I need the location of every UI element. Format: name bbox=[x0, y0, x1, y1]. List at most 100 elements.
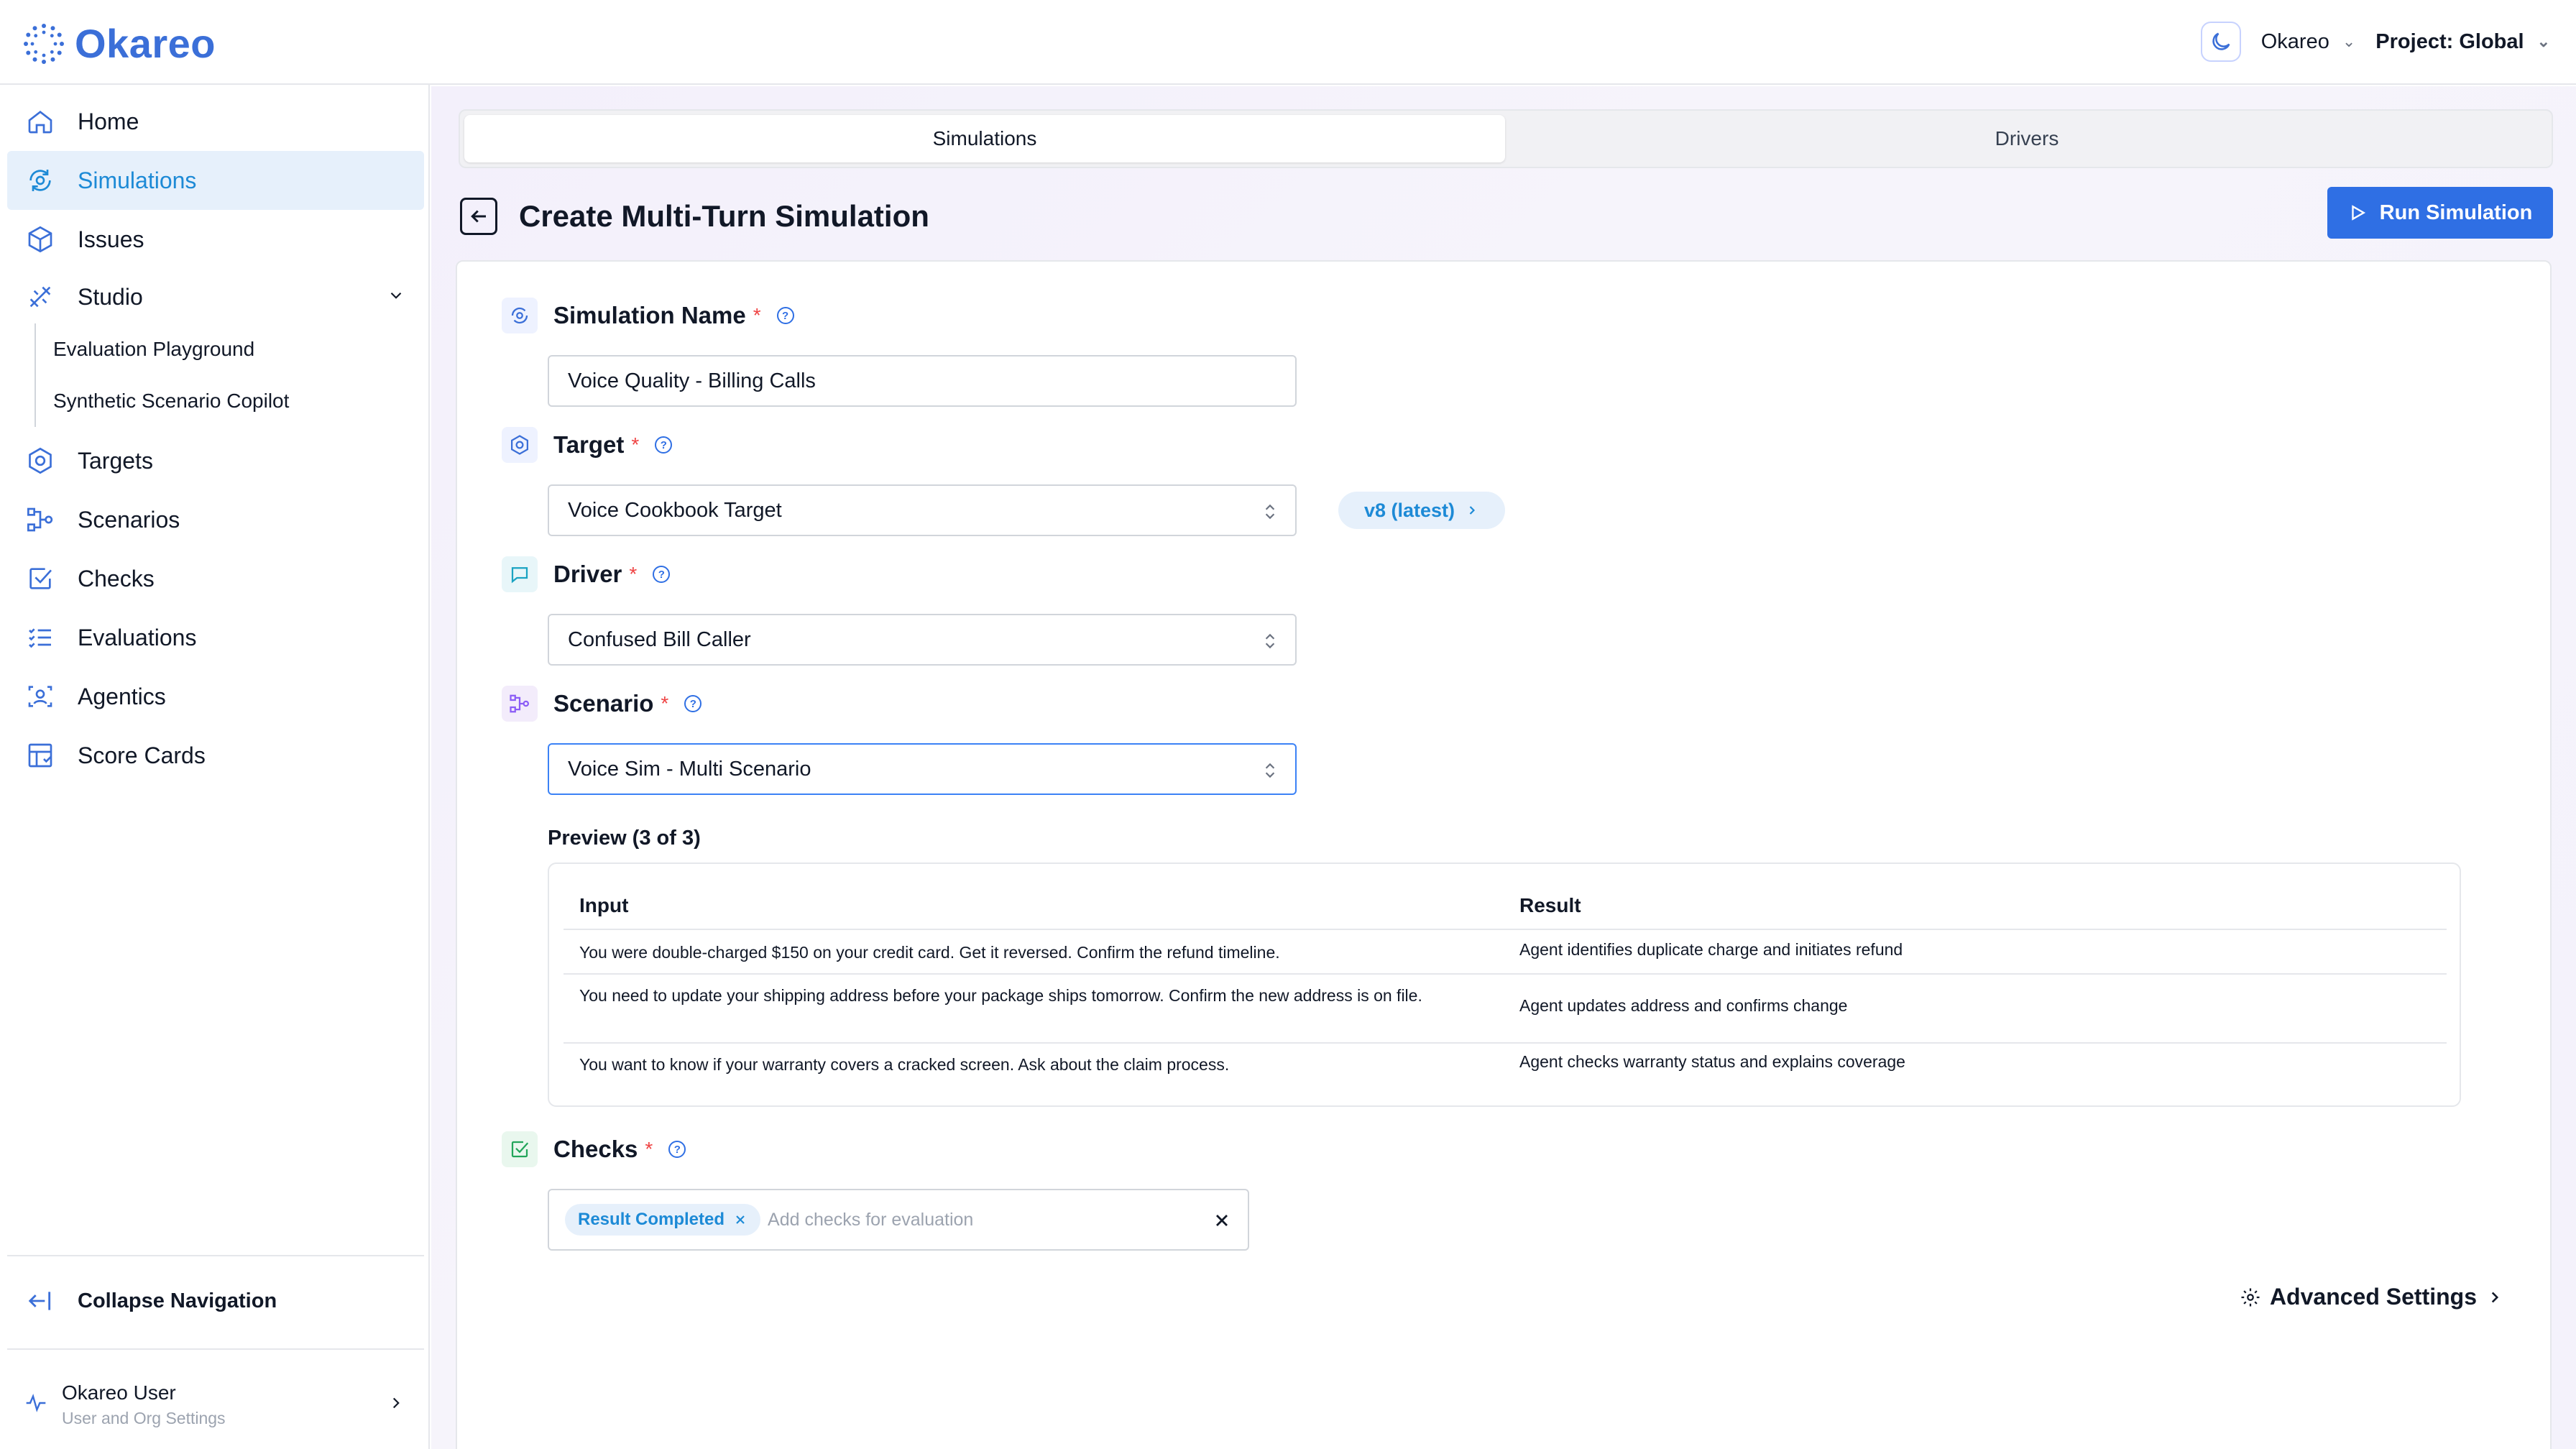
preview-table: Input Result You were double-charged $15… bbox=[548, 862, 2461, 1107]
header-controls: Okareo ⌄ Project: Global ⌄ bbox=[2200, 22, 2550, 62]
select-arrows-icon bbox=[1261, 759, 1279, 788]
driver-select[interactable]: Confused Bill Caller bbox=[548, 614, 1297, 666]
sidebar-item-home[interactable]: Home bbox=[7, 92, 424, 151]
required-asterisk: * bbox=[631, 433, 640, 456]
sidebar: Home Simulations Issues Studio Evaluatio… bbox=[0, 85, 430, 1449]
table-cell-input: You want to know if your warranty covers… bbox=[579, 1055, 1230, 1074]
sidebar-item-label: Home bbox=[78, 108, 139, 134]
tools-icon bbox=[24, 281, 56, 313]
checks-multiselect[interactable]: Result Completed Add checks for evaluati… bbox=[548, 1189, 1249, 1251]
sidebar-item-agentics[interactable]: Agentics bbox=[7, 667, 424, 726]
help-icon[interactable]: ? bbox=[776, 307, 794, 324]
chevron-down-icon: ⌄ bbox=[2536, 32, 2550, 50]
sidebar-item-studio[interactable]: Studio bbox=[7, 267, 424, 326]
sidebar-item-label: Agentics bbox=[78, 683, 166, 709]
help-icon[interactable]: ? bbox=[655, 436, 673, 454]
table-row: You want to know if your warranty covers… bbox=[564, 1042, 2447, 1088]
simulation-name-label: Simulation Name * ? bbox=[502, 298, 794, 334]
column-header-result: Result bbox=[1519, 894, 1581, 916]
studio-submenu: Evaluation Playground Synthetic Scenario… bbox=[34, 323, 415, 427]
check-chip: Result Completed bbox=[565, 1204, 761, 1236]
sidebar-item-label: Score Cards bbox=[78, 742, 206, 768]
preview-heading: Preview (3 of 3) bbox=[548, 827, 701, 850]
checks-label: Checks * ? bbox=[502, 1131, 686, 1167]
top-bar: Okareo Okareo ⌄ Project: Global ⌄ bbox=[0, 0, 2576, 85]
simulation-icon bbox=[24, 165, 56, 196]
collapse-navigation-button[interactable]: Collapse Navigation bbox=[7, 1272, 424, 1330]
back-button[interactable] bbox=[460, 198, 497, 235]
help-icon[interactable]: ? bbox=[684, 695, 702, 712]
table-cell-input: You need to update your shipping address… bbox=[579, 986, 1422, 1005]
sidebar-subitem-evaluation-playground[interactable]: Evaluation Playground bbox=[36, 323, 415, 375]
main-content: Simulations Drivers Create Multi-Turn Si… bbox=[431, 86, 2576, 1449]
help-icon[interactable]: ? bbox=[653, 566, 671, 583]
list-check-icon bbox=[24, 622, 56, 653]
sidebar-subitem-synthetic-scenario-copilot[interactable]: Synthetic Scenario Copilot bbox=[36, 375, 415, 427]
target-select[interactable]: Voice Cookbook Target bbox=[548, 484, 1297, 536]
chevron-right-icon bbox=[2491, 1292, 2499, 1302]
sidebar-item-targets[interactable]: Targets bbox=[7, 431, 424, 490]
run-simulation-button[interactable]: Run Simulation bbox=[2327, 187, 2553, 239]
tab-bar: Simulations Drivers bbox=[459, 109, 2553, 168]
sidebar-divider bbox=[7, 1348, 424, 1350]
table-cell-result: Agent identifies duplicate charge and in… bbox=[1519, 940, 1903, 959]
user-name: Okareo User bbox=[62, 1381, 176, 1404]
page-title: Create Multi-Turn Simulation bbox=[519, 199, 929, 233]
sidebar-item-label: Issues bbox=[78, 226, 144, 252]
logo-text: Okareo bbox=[75, 21, 216, 66]
sidebar-item-evaluations[interactable]: Evaluations bbox=[7, 608, 424, 667]
theme-toggle-button[interactable] bbox=[2200, 22, 2241, 62]
sidebar-item-issues[interactable]: Issues bbox=[7, 210, 424, 269]
table-row: You need to update your shipping address… bbox=[564, 973, 2447, 1042]
driver-label: Driver * ? bbox=[502, 556, 671, 592]
tab-simulations[interactable]: Simulations bbox=[464, 115, 1505, 162]
sidebar-item-label: Simulations bbox=[78, 167, 197, 193]
scenario-select[interactable]: Voice Sim - Multi Scenario bbox=[548, 743, 1297, 795]
moon-icon bbox=[2212, 32, 2230, 50]
sidebar-item-checks[interactable]: Checks bbox=[7, 549, 424, 608]
target-version-badge[interactable]: v8 (latest) bbox=[1338, 492, 1505, 529]
activity-icon bbox=[24, 1392, 47, 1418]
user-settings[interactable]: Okareo User User and Org Settings bbox=[7, 1368, 424, 1440]
agent-scan-icon bbox=[24, 681, 56, 712]
org-selector[interactable]: Okareo ⌄ bbox=[2261, 30, 2356, 54]
checks-placeholder[interactable]: Add checks for evaluation bbox=[768, 1210, 973, 1230]
simulation-name-input[interactable]: Voice Quality - Billing Calls bbox=[548, 355, 1297, 407]
sidebar-item-scenarios[interactable]: Scenarios bbox=[7, 490, 424, 549]
okareo-logo-icon bbox=[24, 23, 64, 64]
simulation-form-card: Simulation Name * ? Voice Quality - Bill… bbox=[456, 260, 2552, 1449]
tab-drivers[interactable]: Drivers bbox=[1506, 115, 2547, 162]
clear-icon[interactable] bbox=[1212, 1210, 1232, 1234]
arrow-left-icon bbox=[471, 210, 486, 223]
hexagon-icon bbox=[502, 427, 538, 463]
sidebar-item-label: Scenarios bbox=[78, 506, 180, 533]
chat-icon bbox=[502, 556, 538, 592]
sidebar-item-label: Evaluations bbox=[78, 624, 197, 650]
project-selector[interactable]: Project: Global ⌄ bbox=[2375, 30, 2550, 54]
table-cell-input: You were double-charged $150 on your cre… bbox=[579, 943, 1280, 962]
table-row: You were double-charged $150 on your cre… bbox=[564, 929, 2447, 973]
cube-icon bbox=[24, 224, 56, 255]
select-arrows-icon bbox=[1261, 500, 1279, 529]
gear-icon bbox=[2241, 1288, 2260, 1306]
logo[interactable]: Okareo bbox=[23, 20, 216, 67]
sidebar-item-score-cards[interactable]: Score Cards bbox=[7, 726, 424, 785]
checkbox-icon bbox=[502, 1131, 538, 1167]
chevron-down-icon bbox=[387, 284, 405, 310]
sidebar-item-label: Checks bbox=[78, 565, 155, 592]
collapse-navigation-label: Collapse Navigation bbox=[78, 1289, 277, 1312]
advanced-settings-button[interactable]: Advanced Settings bbox=[2240, 1284, 2504, 1310]
table-cell-result: Agent checks warranty status and explain… bbox=[1519, 1052, 1905, 1071]
org-label: Okareo bbox=[2260, 29, 2329, 53]
help-icon[interactable]: ? bbox=[668, 1141, 686, 1158]
column-header-input: Input bbox=[579, 894, 629, 916]
remove-chip-icon[interactable] bbox=[733, 1213, 748, 1227]
home-icon bbox=[24, 106, 56, 137]
flow-icon bbox=[502, 686, 538, 722]
run-simulation-label: Run Simulation bbox=[2379, 201, 2533, 224]
play-icon bbox=[2351, 205, 2365, 221]
page-header: Create Multi-Turn Simulation Run Simulat… bbox=[460, 187, 2553, 246]
hexagon-icon bbox=[24, 445, 56, 477]
sidebar-item-simulations[interactable]: Simulations bbox=[7, 151, 424, 210]
target-label: Target * ? bbox=[502, 427, 673, 463]
